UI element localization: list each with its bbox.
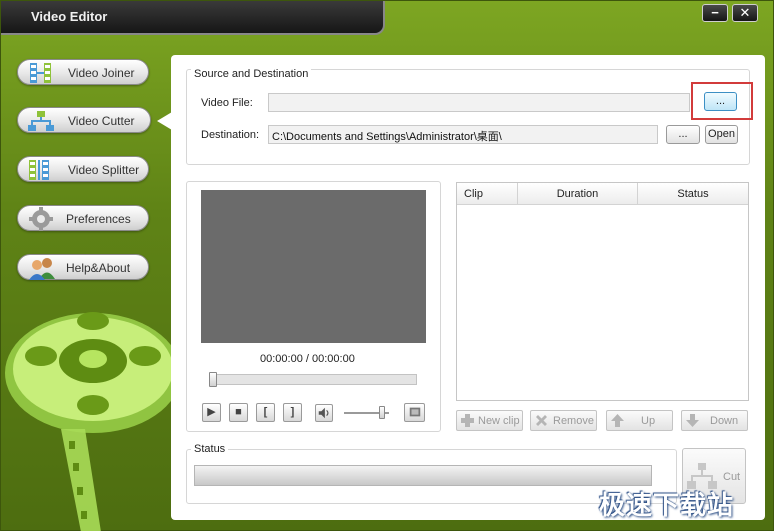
main-panel: Source and Destination Video File: ... D… xyxy=(171,55,765,520)
sidebar-item-video-splitter[interactable]: Video Splitter xyxy=(17,156,149,182)
time-display: 00:00:00 / 00:00:00 xyxy=(260,353,355,365)
stop-button[interactable]: ■ xyxy=(229,403,248,422)
sidebar-item-label: Video Cutter xyxy=(68,114,135,128)
film-reel-icon xyxy=(5,312,181,531)
mark-in-button[interactable]: [ xyxy=(256,403,275,422)
watermark-text: 极速下载站 xyxy=(599,491,735,521)
remove-button[interactable]: Remove xyxy=(530,410,597,431)
sidebar-item-help-about[interactable]: Help&About xyxy=(17,254,149,280)
column-header-status[interactable]: Status xyxy=(638,183,748,205)
close-button[interactable]: ✕ xyxy=(732,4,758,22)
sidebar-item-video-cutter[interactable]: Video Cutter xyxy=(17,107,151,133)
video-preview xyxy=(201,190,426,343)
sidebar-item-label: Video Joiner xyxy=(68,66,135,80)
snapshot-icon xyxy=(409,407,420,417)
app-window: Video Editor − ✕ Video Joiner Video Cutt… xyxy=(0,0,774,531)
destination-input[interactable]: C:\Documents and Settings\Administrator\… xyxy=(268,125,658,144)
video-cutter-icon xyxy=(28,111,54,131)
volume-slider-thumb[interactable] xyxy=(379,406,386,419)
clip-list-header: Clip Duration Status xyxy=(457,183,748,205)
snapshot-button[interactable] xyxy=(404,403,425,422)
down-button[interactable]: Down xyxy=(681,410,748,431)
status-progress-bar xyxy=(194,465,652,486)
gear-icon xyxy=(29,207,53,231)
destination-label: Destination: xyxy=(201,129,260,141)
arrow-up-icon xyxy=(611,414,624,427)
x-icon xyxy=(536,415,547,426)
video-file-label: Video File: xyxy=(201,97,253,109)
users-icon xyxy=(29,258,55,280)
new-clip-button[interactable]: New clip xyxy=(456,410,523,431)
source-destination-group xyxy=(186,69,750,165)
sidebar-item-label: Video Splitter xyxy=(68,163,140,177)
video-splitter-icon xyxy=(29,160,49,180)
play-button[interactable]: ▶ xyxy=(202,403,221,422)
status-group-title: Status xyxy=(191,443,229,455)
sidebar-item-preferences[interactable]: Preferences xyxy=(17,205,149,231)
column-header-clip[interactable]: Clip xyxy=(457,183,518,205)
source-group-title: Source and Destination xyxy=(191,68,312,80)
video-file-input[interactable] xyxy=(268,93,690,112)
sidebar-item-label: Preferences xyxy=(66,212,131,226)
active-indicator xyxy=(157,112,172,130)
destination-browse-button[interactable]: ... xyxy=(666,125,700,144)
clip-list[interactable]: Clip Duration Status xyxy=(456,182,749,401)
seek-slider[interactable] xyxy=(209,374,417,385)
seek-slider-thumb[interactable] xyxy=(209,372,217,387)
minimize-button[interactable]: − xyxy=(702,4,728,22)
title-bar: Video Editor xyxy=(1,1,385,35)
mark-out-button[interactable]: ] xyxy=(283,403,302,422)
arrow-down-icon xyxy=(686,414,699,427)
sidebar-item-label: Help&About xyxy=(66,261,131,275)
video-joiner-icon xyxy=(30,63,51,83)
up-button[interactable]: Up xyxy=(606,410,673,431)
volume-icon[interactable] xyxy=(315,404,333,422)
sidebar-item-video-joiner[interactable]: Video Joiner xyxy=(17,59,149,85)
cut-label: Cut xyxy=(723,471,741,483)
column-header-duration[interactable]: Duration xyxy=(518,183,638,205)
open-button[interactable]: Open xyxy=(705,125,738,144)
plus-icon xyxy=(461,414,474,427)
video-file-browse-button[interactable]: ... xyxy=(704,92,737,111)
window-title: Video Editor xyxy=(31,9,108,24)
